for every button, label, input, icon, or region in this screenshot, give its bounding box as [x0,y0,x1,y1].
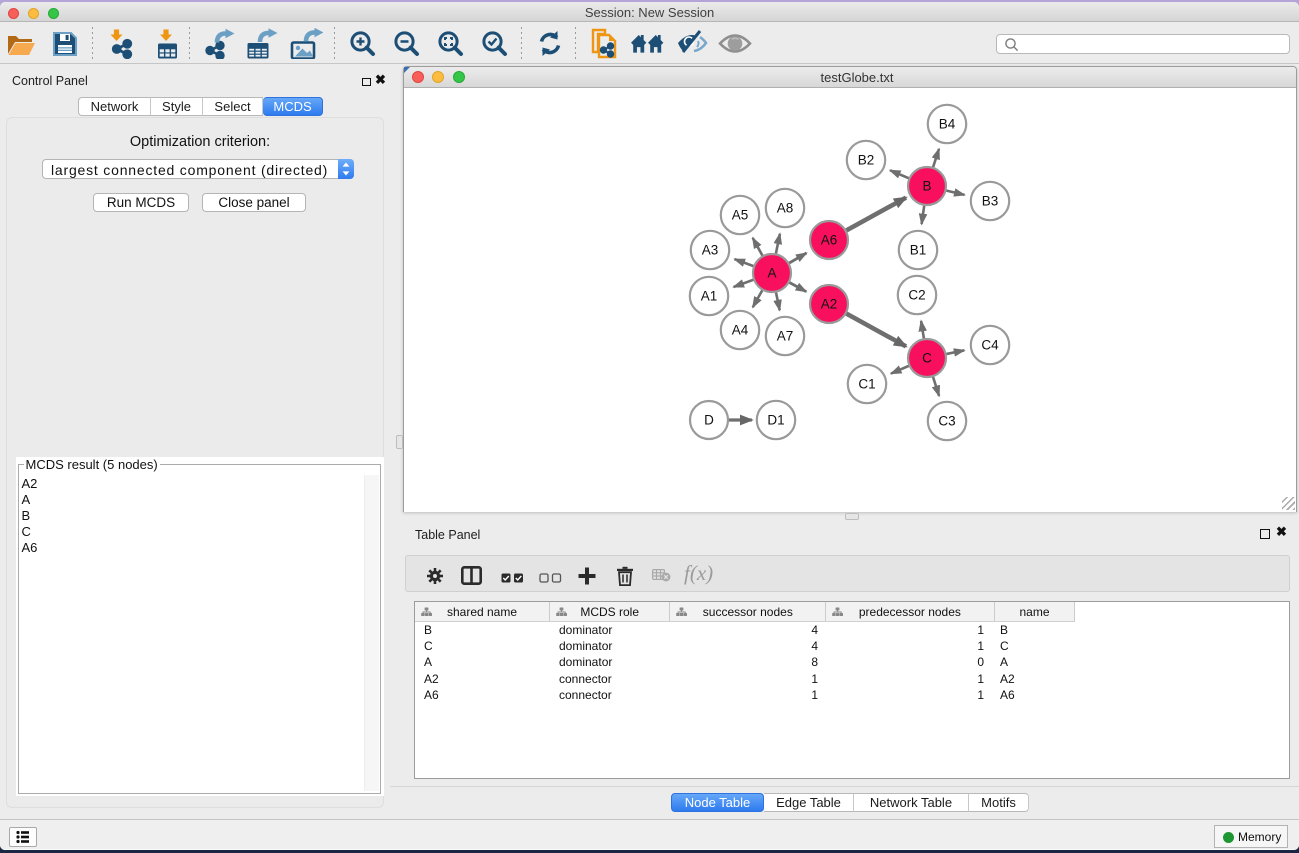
svg-text:A: A [767,266,776,281]
svg-text:B: B [922,179,931,194]
svg-text:A7: A7 [777,329,794,344]
svg-text:D: D [704,413,714,428]
svg-text:A4: A4 [732,323,749,338]
svg-text:A5: A5 [732,208,749,223]
svg-text:C1: C1 [858,377,875,392]
svg-text:B3: B3 [982,194,999,209]
svg-text:A8: A8 [777,201,794,216]
svg-text:A1: A1 [701,289,718,304]
svg-text:B2: B2 [858,153,875,168]
svg-text:C: C [922,351,932,366]
svg-text:A6: A6 [821,233,838,248]
svg-text:C2: C2 [908,288,925,303]
svg-text:A2: A2 [821,297,838,312]
svg-text:A3: A3 [702,243,719,258]
svg-text:B1: B1 [910,243,927,258]
svg-text:D1: D1 [767,413,784,428]
svg-text:B4: B4 [939,117,956,132]
svg-text:C4: C4 [981,338,999,353]
svg-text:C3: C3 [938,414,955,429]
